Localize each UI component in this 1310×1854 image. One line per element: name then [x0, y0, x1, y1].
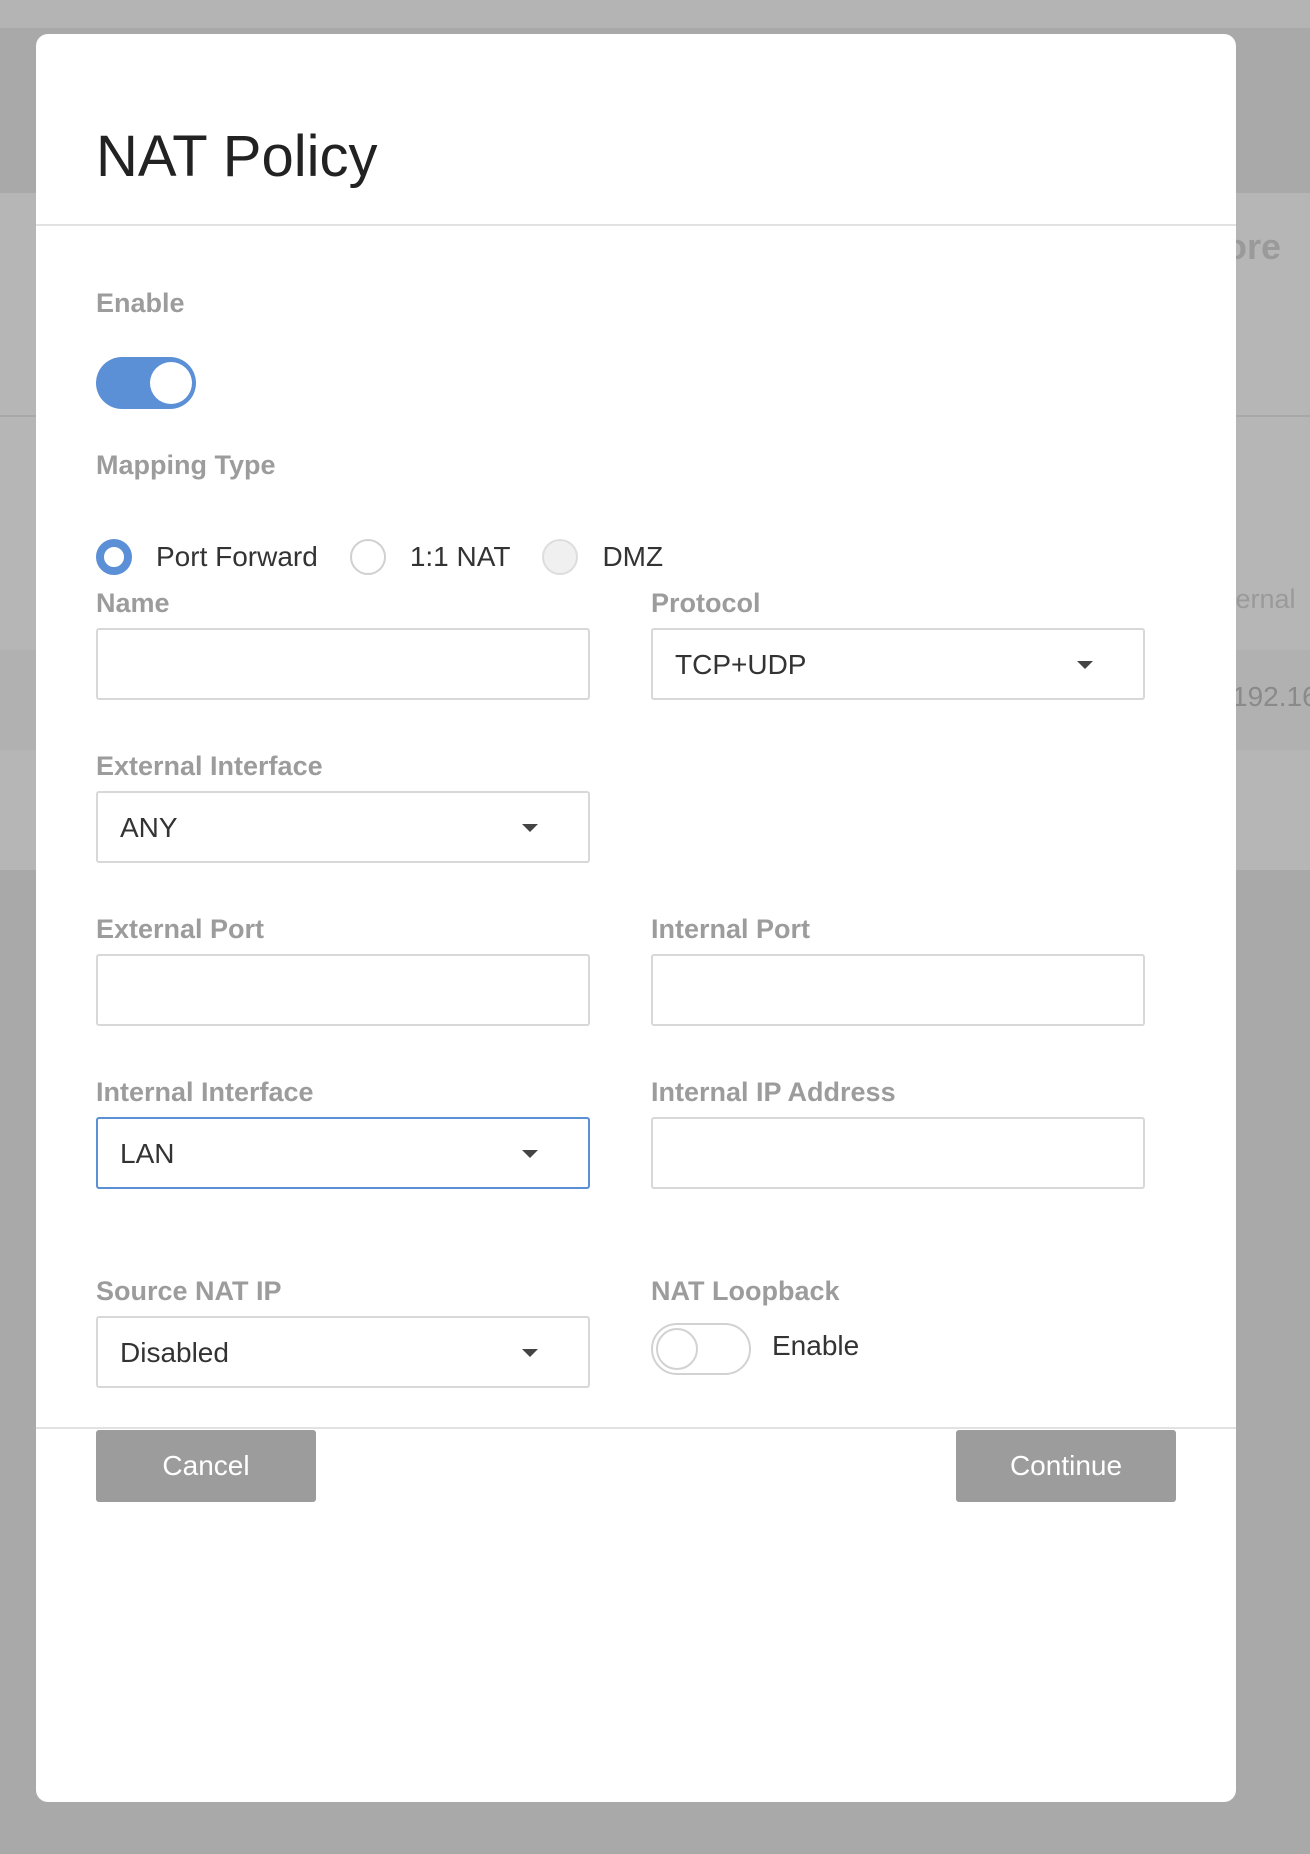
protocol-value: TCP+UDP	[675, 649, 807, 680]
cancel-button[interactable]: Cancel	[96, 1430, 316, 1502]
radio-1-1-nat[interactable]	[349, 539, 386, 575]
background-table-cell: 192.16	[1232, 681, 1310, 712]
chevron-down-icon	[1077, 661, 1093, 669]
toggle-knob	[150, 362, 192, 404]
chevron-down-icon	[522, 1349, 538, 1357]
chevron-down-icon	[522, 824, 538, 832]
internal-interface-value: LAN	[120, 1138, 175, 1169]
internal-ip-input[interactable]	[651, 1117, 1145, 1189]
radio-option-1-1-nat[interactable]: 1:1 NAT	[349, 539, 511, 575]
radio-option-port-forward[interactable]: Port Forward	[96, 539, 318, 575]
radio-label-dmz: DMZ	[602, 541, 664, 572]
radio-port-forward[interactable]	[96, 539, 132, 575]
radio-label-1-1-nat: 1:1 NAT	[409, 541, 511, 572]
external-interface-value: ANY	[120, 812, 178, 843]
source-nat-ip-select[interactable]: Disabled	[96, 1316, 590, 1388]
toggle-knob	[656, 1328, 698, 1370]
dialog-title: NAT Policy	[96, 124, 378, 189]
radio-option-dmz: DMZ	[542, 539, 663, 575]
internal-interface-label: Internal Interface	[96, 1077, 314, 1107]
continue-button[interactable]: Continue	[956, 1430, 1176, 1502]
internal-port-input[interactable]	[651, 954, 1145, 1026]
external-port-input[interactable]	[96, 954, 590, 1026]
name-input[interactable]	[96, 628, 590, 700]
radio-dmz	[542, 539, 579, 575]
internal-interface-select[interactable]: LAN	[96, 1117, 590, 1189]
enable-toggle[interactable]	[96, 357, 196, 409]
radio-label-port-forward: Port Forward	[156, 541, 318, 572]
external-interface-label: External Interface	[96, 751, 323, 781]
header-divider	[36, 224, 1236, 226]
nat-loopback-toggle[interactable]	[651, 1323, 751, 1375]
chevron-down-icon	[522, 1150, 538, 1158]
name-label: Name	[96, 588, 170, 618]
internal-ip-label: Internal IP Address	[651, 1077, 896, 1107]
source-nat-ip-value: Disabled	[120, 1337, 229, 1368]
external-interface-select[interactable]: ANY	[96, 791, 590, 863]
footer-divider	[36, 1427, 1236, 1429]
external-port-label: External Port	[96, 914, 265, 944]
nat-policy-dialog: NAT Policy Enable Mapping Type Port Forw…	[36, 34, 1236, 1802]
nat-loopback-label: NAT Loopback	[651, 1276, 840, 1306]
protocol-select[interactable]: TCP+UDP	[651, 628, 1145, 700]
protocol-label: Protocol	[651, 588, 761, 618]
source-nat-ip-label: Source NAT IP	[96, 1276, 282, 1306]
internal-port-label: Internal Port	[651, 914, 811, 944]
mapping-type-radio-group: Port Forward 1:1 NAT DMZ	[96, 539, 695, 575]
enable-label: Enable	[96, 288, 185, 318]
background-column-header: ternal	[1228, 584, 1296, 614]
nat-loopback-enable-label: Enable	[772, 1330, 860, 1361]
background-top-bar	[0, 0, 1310, 28]
mapping-type-label: Mapping Type	[96, 450, 276, 480]
